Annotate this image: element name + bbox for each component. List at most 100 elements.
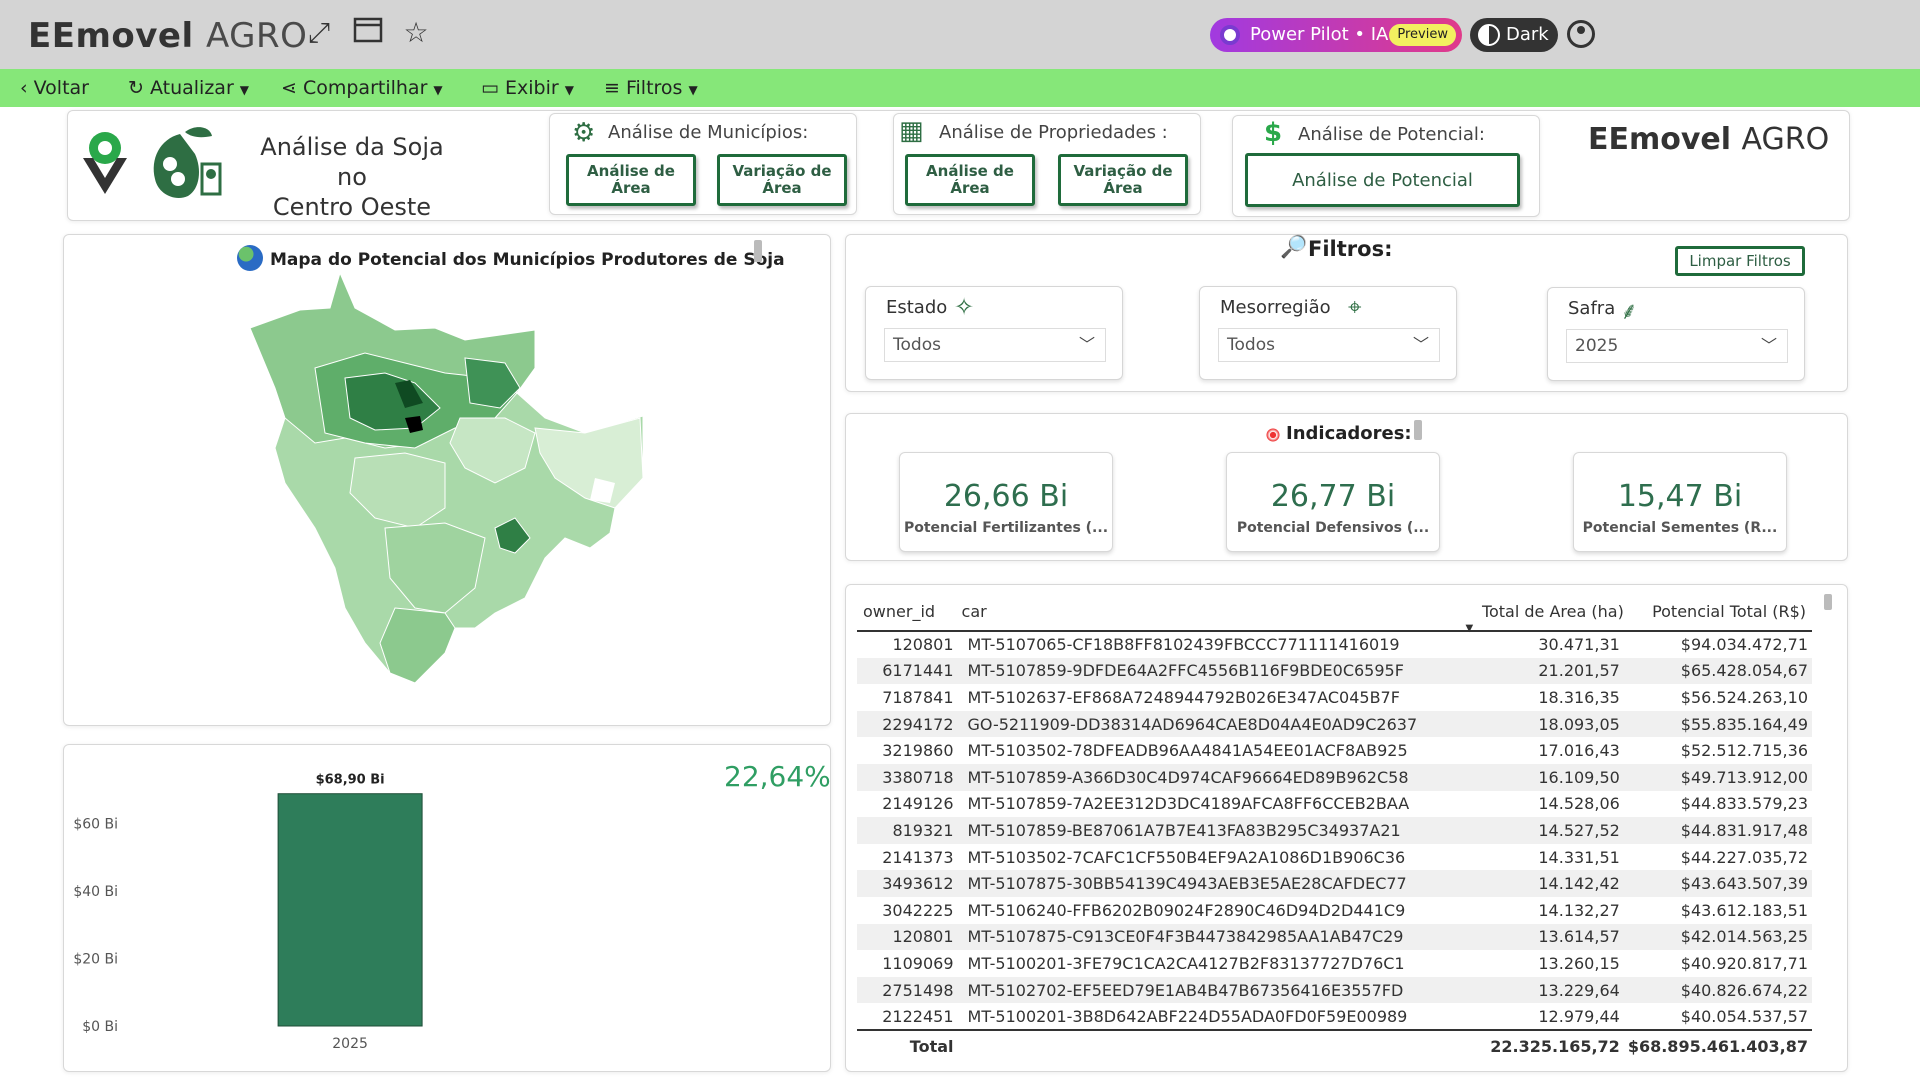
cell-potencial-total: $40.920.817,71 [1680,953,1808,973]
propriedades-area-button[interactable]: Análise de Área [905,154,1035,206]
map-title: Mapa do Potencial dos Municípios Produto… [270,250,785,270]
cell-car: MT-5107859-BE87061A7B7E413FA83B295C34937… [957,817,1460,844]
table-header-row: owner_id car Total de Area (ha) ▼ Potenc… [857,593,1812,634]
cell-total-area: 13.229,64 [1459,976,1624,1004]
table-row[interactable]: 2149126 MT-5107859-7A2EE312D3DC4189AFCA8F… [857,791,1812,818]
municipios-icon: ⚙ [572,118,596,148]
cell-potencial-total: $55.835.164,49 [1623,710,1812,738]
user-account-icon[interactable] [1567,20,1595,48]
cell-total-area: 30.471,31 [1538,635,1620,655]
municipios-area-button[interactable]: Análise de Área [566,154,696,206]
table-total-row: Total 22.325.165,72 $68.895.461.403,87 [857,1028,1812,1062]
indicators-title: Indicadores: [1286,423,1412,444]
chevron-down-icon: ﹀ [1412,335,1429,354]
column-header-potencial-total[interactable]: Potencial Total (R$) [1623,593,1812,632]
bar[interactable] [277,793,423,1027]
estado-dropdown[interactable]: Todos ﹀ [884,328,1106,362]
theme-toggle[interactable]: Dark [1470,18,1558,52]
safra-dropdown[interactable]: 2025 ﹀ [1566,329,1788,363]
table-row[interactable]: 120801 MT-5107065-CF18B8FF8102439FBCCC771… [857,631,1812,658]
cell-total-area: 14.142,42 [1459,870,1624,897]
fullscreen-icon[interactable]: ⤢ [303,17,335,49]
indicators-scrollbar[interactable] [1414,420,1422,440]
cell-potencial-total: $65.428.054,67 [1623,657,1812,685]
map-pin-icon: ⌖ [1348,293,1362,321]
cell-owner-id: 819321 [857,817,958,844]
map-outline-icon: ✧ [954,293,975,321]
cell-potencial-total: $40.826.674,22 [1623,976,1812,1004]
filters-menu-button[interactable]: ≡ Filtros ▼ [604,69,698,107]
potencial-button[interactable]: Análise de Potencial [1245,153,1520,207]
cell-owner-id: 6171441 [857,657,958,685]
choropleth-map[interactable] [245,268,655,693]
cell-potencial-total: $40.054.537,57 [1680,1006,1808,1026]
table-row[interactable]: 3219860 MT-5103502-78DFEADB96AA4841A54EE0… [857,737,1812,764]
table-row[interactable]: 3380718 MT-5107859-A366D30C4D974CAF96664E… [857,763,1812,791]
dollar-icon: $ [1264,118,1283,148]
table-row[interactable]: 819321 MT-5107859-BE87061A7B7E413FA83B295… [857,817,1812,844]
wheat-icon: ⸙ [1620,297,1638,325]
chevron-down-icon: ▼ [433,83,443,97]
clear-filters-button[interactable]: Limpar Filtros [1675,246,1805,276]
table-row[interactable]: 2122451 MT-5100201-3B8D642ABF224D55ADA0FD… [857,1003,1812,1030]
contrast-icon [1478,24,1500,46]
kpi-fertilizantes: 26,66 Bi Potencial Fertilizantes (... [899,452,1113,552]
view-button[interactable]: ▭ Exibir ▼ [481,69,574,107]
properties-table: owner_id car Total de Area (ha) ▼ Potenc… [857,593,1812,1062]
cell-car: MT-5107875-30BB54139C4943AEB3E5AE28CAFDE… [957,870,1460,897]
map-scrollbar[interactable] [754,240,762,262]
y-tick-label: $20 Bi [73,952,118,968]
propriedades-variacao-button[interactable]: Variação de Área [1058,154,1188,206]
table-row[interactable]: 2141373 MT-5103502-7CAFC1CF550B4EF9A2A108… [857,844,1812,871]
cell-car: MT-5106240-FFB6202B09024F2890C46D94D2D44… [967,900,1406,920]
potencial-bar-chart[interactable]: $0 Bi $20 Bi $40 Bi $60 Bi $68,90 Bi 2025 [63,760,703,1060]
share-icon: ⋖ [281,77,297,99]
soy-plant-icon [140,124,225,212]
refresh-button[interactable]: ↻ Atualizar ▼ [128,69,249,107]
cell-potencial-total: $52.512.715,36 [1680,741,1808,761]
cell-car: MT-5107065-CF18B8FF8102439FBCCC771111416… [967,635,1400,655]
municipios-variacao-button[interactable]: Variação de Área [717,154,847,206]
target-icon [1265,427,1281,443]
cell-owner-id: 2122451 [882,1006,954,1026]
chevron-down-icon: ﹀ [1078,335,1095,354]
back-button[interactable]: ‹ Voltar [20,69,89,107]
cell-total-area: 18.316,35 [1538,687,1620,707]
table-row[interactable]: 6171441 MT-5107859-9DFDE64A2FFC4556B116F9… [857,657,1812,685]
table-row[interactable]: 120801 MT-5107875-C913CE0F4F3B4473842985A… [857,923,1812,951]
refresh-icon: ↻ [128,77,144,99]
kpi-caption: Potencial Defensivos (... [1236,520,1430,536]
cell-owner-id: 3219860 [882,741,954,761]
window-icon[interactable] [352,17,384,49]
brand-logo: EEmovel AGRO [1588,122,1830,157]
cell-total-potencial: $68.895.461.403,87 [1623,1028,1812,1062]
table-row[interactable]: 7187841 MT-5102637-EF868A7248944792B026E3… [857,684,1812,711]
favorite-star-icon[interactable]: ☆ [400,17,432,49]
column-header-owner-id[interactable]: owner_id [857,593,958,632]
kpi-sementes: 15,47 Bi Potencial Sementes (R... [1573,452,1787,552]
sort-desc-icon: ▼ [1465,623,1474,634]
table-row[interactable]: 2751498 MT-5102702-EF5EED79E1AB4B47B67356… [857,976,1812,1004]
cell-owner-id: 7187841 [882,687,954,707]
power-pilot-button[interactable]: Power Pilot • IA Preview [1210,18,1462,52]
table-row[interactable]: 2294172 GO-5211909-DD38314AD6964CAE8D04A4… [857,710,1812,738]
cell-total-area: 14.331,51 [1538,847,1620,867]
share-button[interactable]: ⋖ Compartilhar ▼ [281,69,443,107]
cell-owner-id: 2149126 [882,794,954,814]
column-header-car[interactable]: car [957,593,1460,632]
cell-car: MT-5107859-9DFDE64A2FFC4556B116F9BDE0C65… [957,657,1460,685]
table-row[interactable]: 1109069 MT-5100201-3FE79C1CA2CA4127B2F831… [857,950,1812,977]
cell-car: MT-5107859-7A2EE312D3DC4189AFCA8FF6CCEB2… [967,794,1410,814]
cell-car: MT-5103502-78DFEADB96AA4841A54EE01ACF8AB… [967,741,1408,761]
kpi-value: 15,47 Bi [1617,479,1743,514]
cell-potencial-total: $49.713.912,00 [1623,763,1812,791]
table-scrollbar[interactable] [1824,594,1832,610]
column-header-total-area[interactable]: Total de Area (ha) ▼ [1459,593,1624,634]
table-row[interactable]: 3493612 MT-5107875-30BB54139C4943AEB3E5AE… [857,870,1812,897]
cell-car: GO-5211909-DD38314AD6964CAE8D04A4E0AD9C2… [957,710,1460,738]
preview-badge: Preview [1389,24,1456,46]
cell-potencial-total: $44.833.579,23 [1680,794,1808,814]
cell-potencial-total: $44.831.917,48 [1623,817,1812,844]
mesorregiao-dropdown[interactable]: Todos ﹀ [1218,328,1440,362]
table-row[interactable]: 3042225 MT-5106240-FFB6202B09024F2890C46D… [857,897,1812,924]
